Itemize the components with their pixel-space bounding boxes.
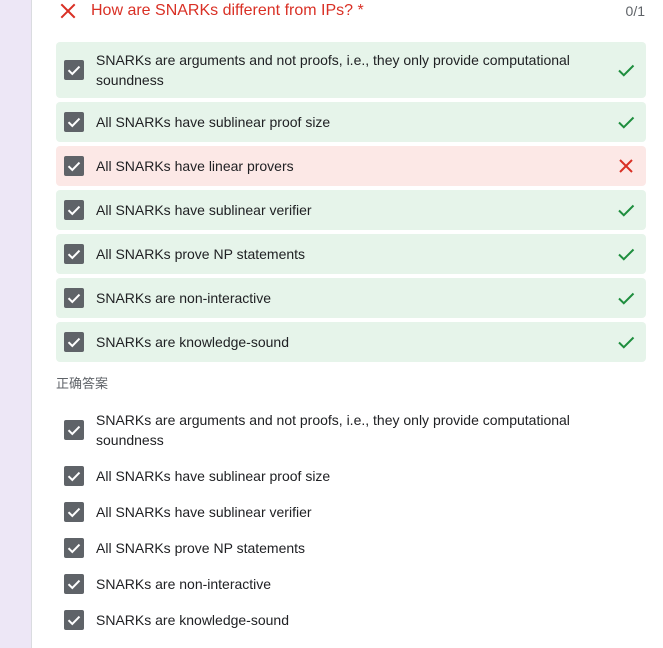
checkbox-checked[interactable] xyxy=(64,466,84,486)
option-row: All SNARKs have linear provers xyxy=(56,146,646,186)
option-row: SNARKs are arguments and not proofs, i.e… xyxy=(56,42,646,98)
option-label: SNARKs are non-interactive xyxy=(96,290,272,306)
check-icon xyxy=(67,293,81,304)
checkbox-checked[interactable] xyxy=(64,332,84,352)
correct-check-icon xyxy=(616,200,636,220)
checkbox-checked[interactable] xyxy=(64,420,84,440)
correct-check-icon xyxy=(616,244,636,264)
check-icon xyxy=(67,615,81,626)
checkbox-checked[interactable] xyxy=(64,156,84,176)
checkbox-checked[interactable] xyxy=(64,244,84,264)
option-label: All SNARKs have sublinear verifier xyxy=(96,202,312,218)
option-row: All SNARKs have sublinear verifier xyxy=(56,190,646,230)
checkbox-checked[interactable] xyxy=(64,502,84,522)
incorrect-x-icon xyxy=(616,156,636,176)
option-row: SNARKs are knowledge-sound xyxy=(56,322,646,362)
correct-answer-label: SNARKs are knowledge-sound xyxy=(96,612,289,628)
check-icon xyxy=(67,117,81,128)
correct-answer-item: SNARKs are knowledge-sound xyxy=(56,608,646,632)
check-icon xyxy=(67,249,81,260)
correct-check-icon xyxy=(616,112,636,132)
correct-answer-label: SNARKs are arguments and not proofs, i.e… xyxy=(96,412,570,448)
correct-answer-item: All SNARKs have sublinear verifier xyxy=(56,500,646,524)
correct-answer-label: All SNARKs prove NP statements xyxy=(96,540,306,556)
close-icon xyxy=(58,1,78,21)
question-title: How are SNARKs different from IPs? * xyxy=(91,2,364,19)
question-card: How are SNARKs different from IPs? * 0/1… xyxy=(31,0,663,648)
correct-answer-item: SNARKs are non-interactive xyxy=(56,572,646,596)
option-row: All SNARKs prove NP statements xyxy=(56,234,646,274)
check-icon xyxy=(67,65,81,76)
check-icon xyxy=(67,161,81,172)
correct-answer-label: All SNARKs have sublinear proof size xyxy=(96,468,331,484)
option-row: All SNARKs have sublinear proof size xyxy=(56,102,646,142)
question-header: How are SNARKs different from IPs? * 0/1 xyxy=(32,0,663,24)
correct-check-icon xyxy=(616,288,636,308)
question-score: 0/1 xyxy=(625,3,645,19)
check-icon xyxy=(67,543,81,554)
option-label: SNARKs are arguments and not proofs, i.e… xyxy=(96,52,570,88)
option-label: All SNARKs have sublinear proof size xyxy=(96,114,331,130)
option-label: All SNARKs have linear provers xyxy=(96,158,294,174)
correct-check-icon xyxy=(616,332,636,352)
checkbox-checked[interactable] xyxy=(64,574,84,594)
correct-answer-label: All SNARKs have sublinear verifier xyxy=(96,504,312,520)
option-row: SNARKs are non-interactive xyxy=(56,278,646,318)
checkbox-checked[interactable] xyxy=(64,288,84,308)
check-icon xyxy=(67,471,81,482)
option-label: SNARKs are knowledge-sound xyxy=(96,334,289,350)
correct-answer-item: SNARKs are arguments and not proofs, i.e… xyxy=(56,408,646,452)
checkbox-checked[interactable] xyxy=(64,112,84,132)
correct-answer-label: SNARKs are non-interactive xyxy=(96,576,272,592)
checkbox-checked[interactable] xyxy=(64,610,84,630)
correct-answer-item: All SNARKs have sublinear proof size xyxy=(56,464,646,488)
correct-answers-heading: 正确答案 xyxy=(56,376,109,391)
checkbox-checked[interactable] xyxy=(64,60,84,80)
check-icon xyxy=(67,205,81,216)
check-icon xyxy=(67,507,81,518)
checkbox-checked[interactable] xyxy=(64,538,84,558)
check-icon xyxy=(67,425,81,436)
check-icon xyxy=(67,337,81,348)
option-label: All SNARKs prove NP statements xyxy=(96,246,306,262)
correct-answer-item: All SNARKs prove NP statements xyxy=(56,536,646,560)
check-icon xyxy=(67,579,81,590)
checkbox-checked[interactable] xyxy=(64,200,84,220)
correct-check-icon xyxy=(616,60,636,80)
